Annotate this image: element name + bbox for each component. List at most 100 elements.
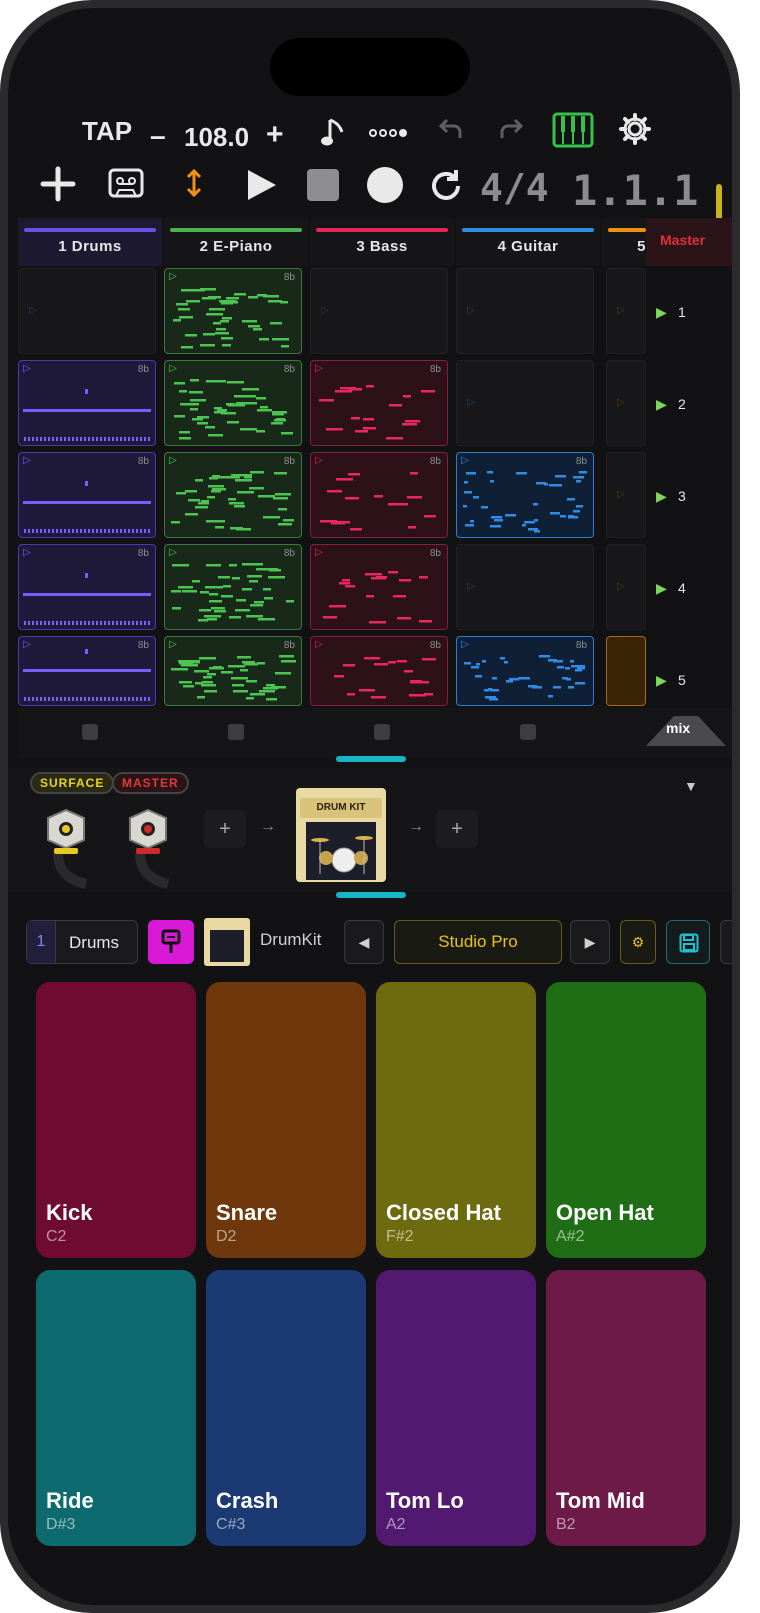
add-device-before-button[interactable]: + [204, 810, 246, 848]
clip-record-slot-icon[interactable]: ▷ [617, 305, 625, 316]
clip-record-slot-icon[interactable]: ▷ [617, 581, 625, 592]
keyboard-icon[interactable] [552, 112, 594, 148]
midi-plug-icon[interactable] [148, 920, 194, 964]
clip-slot-empty[interactable]: ▷ [606, 544, 646, 630]
clip-slot-empty[interactable]: ▷ [310, 268, 448, 354]
play-icon[interactable] [244, 168, 278, 202]
drum-pad-ride[interactable]: Ride D#3 [36, 1270, 196, 1546]
tempo-value[interactable]: 108.0 [184, 122, 249, 153]
panel-resize-handle[interactable] [336, 756, 406, 762]
count-in-icon[interactable] [368, 124, 408, 142]
scene-launch-5[interactable]: ▶ 5 [646, 634, 732, 708]
preset-selector[interactable]: Studio Pro [394, 920, 562, 964]
master-chip[interactable]: MASTER [112, 772, 189, 794]
drum-pad-crash[interactable]: Crash C#3 [206, 1270, 366, 1546]
scene-launch-1[interactable]: ▶ 1 [646, 266, 732, 356]
previous-preset-button[interactable]: ◀ [344, 920, 384, 964]
time-signature[interactable]: 4/4 [480, 166, 549, 210]
clip-play-icon[interactable]: ▷ [315, 455, 323, 466]
clip-record-slot-icon[interactable]: ▷ [467, 305, 475, 316]
clip-record-slot-icon[interactable]: ▷ [467, 581, 475, 592]
clip-slot-filled[interactable]: 8b ▷ [164, 544, 302, 630]
clip-slot-empty[interactable]: ▷ [456, 360, 594, 446]
clip-record-slot-icon[interactable]: ▷ [321, 305, 329, 316]
loop-icon[interactable] [428, 168, 464, 204]
tempo-increase-button[interactable]: + [266, 118, 284, 152]
track-header-e-piano[interactable]: 2 E-Piano [164, 218, 308, 266]
undo-icon[interactable] [436, 116, 466, 146]
clip-slot-filled[interactable]: 8b ▷ [456, 636, 594, 706]
stop-clip-drums[interactable] [18, 708, 165, 758]
track-header-drums[interactable]: 1 Drums [18, 218, 162, 266]
clip-play-icon[interactable]: ▷ [169, 455, 177, 466]
surface-knob-icon[interactable] [44, 808, 88, 889]
settings-gear-icon[interactable] [618, 112, 652, 146]
scene-launch-2[interactable]: ▶ 2 [646, 358, 732, 448]
clip-slot-filled[interactable]: 8b ▷ [456, 452, 594, 538]
drum-pad-tom-lo[interactable]: Tom Lo A2 [376, 1270, 536, 1546]
clip-play-icon[interactable]: ▷ [169, 639, 177, 650]
clip-play-icon[interactable]: ▷ [461, 639, 469, 650]
drum-pad-open-hat[interactable]: Open Hat A#2 [546, 982, 706, 1258]
clip-slot-filled[interactable]: 8b ▷ [18, 544, 156, 630]
drum-pad-snare[interactable]: Snare D2 [206, 982, 366, 1258]
clip-play-icon[interactable]: ▷ [461, 455, 469, 466]
clip-slot-filled[interactable]: 8b ▷ [18, 636, 156, 706]
clip-slot-filled[interactable]: 8b ▷ [310, 636, 448, 706]
drum-pad-kick[interactable]: Kick C2 [36, 982, 196, 1258]
scene-launch-3[interactable]: ▶ 3 [646, 450, 732, 540]
clip-slot-empty[interactable]: ▷ [18, 268, 156, 354]
drum-pad-tom-mid[interactable]: Tom Mid B2 [546, 1270, 706, 1546]
clip-slot-filled[interactable] [606, 636, 646, 706]
drum-kit-device[interactable]: DRUM KIT [296, 788, 386, 882]
clip-slot-filled[interactable]: 8b ▷ [18, 360, 156, 446]
track-header-guitar[interactable]: 4 Guitar [456, 218, 600, 266]
clip-record-slot-icon[interactable]: ▷ [617, 489, 625, 500]
clip-record-slot-icon[interactable]: ▷ [467, 397, 475, 408]
add-device-after-button[interactable]: + [436, 810, 478, 848]
master-header[interactable]: Master [646, 218, 732, 266]
stop-clip-e-piano[interactable] [164, 708, 311, 758]
clip-play-icon[interactable]: ▷ [169, 363, 177, 374]
clip-play-icon[interactable]: ▷ [23, 363, 31, 374]
clip-play-icon[interactable]: ▷ [23, 639, 31, 650]
clip-record-slot-icon[interactable]: ▷ [29, 305, 37, 316]
clip-slot-filled[interactable]: 8b ▷ [18, 452, 156, 538]
clip-slot-empty[interactable]: ▷ [606, 268, 646, 354]
instrument-thumbnail[interactable] [204, 918, 250, 966]
track-header-bass[interactable]: 3 Bass [310, 218, 454, 266]
clip-slot-filled[interactable]: 8b ▷ [164, 360, 302, 446]
cassette-icon[interactable] [108, 168, 144, 198]
clip-slot-empty[interactable]: ▷ [606, 452, 646, 538]
clip-slot-filled[interactable]: 8b ▷ [310, 544, 448, 630]
collapse-chain-icon[interactable]: ▼ [684, 778, 698, 794]
panel-resize-handle[interactable] [336, 892, 406, 898]
clip-record-slot-icon[interactable]: ▷ [617, 397, 625, 408]
clip-slot-filled[interactable]: 8b ▷ [310, 452, 448, 538]
master-knob-icon[interactable] [126, 808, 170, 889]
stop-icon[interactable] [306, 168, 340, 202]
clip-slot-filled[interactable]: 8b ▷ [164, 636, 302, 706]
more-options-button[interactable] [720, 920, 732, 964]
surface-chip[interactable]: SURFACE [30, 772, 115, 794]
stop-clip-guitar[interactable] [456, 708, 603, 758]
stop-clip-bass[interactable] [310, 708, 457, 758]
save-preset-icon[interactable] [666, 920, 710, 964]
clip-play-icon[interactable]: ▷ [23, 455, 31, 466]
clip-play-icon[interactable]: ▷ [315, 363, 323, 374]
scene-launch-4[interactable]: ▶ 4 [646, 542, 732, 632]
clip-slot-empty[interactable]: ▷ [456, 268, 594, 354]
add-track-icon[interactable] [40, 166, 76, 202]
drum-pad-closed-hat[interactable]: Closed Hat F#2 [376, 982, 536, 1258]
tempo-decrease-button[interactable]: – [150, 120, 166, 152]
clip-play-icon[interactable]: ▷ [169, 547, 177, 558]
next-preset-button[interactable]: ▶ [570, 920, 610, 964]
tap-tempo-button[interactable]: TAP [82, 116, 132, 147]
preset-settings-gear-icon[interactable]: ⚙ [620, 920, 656, 964]
expand-vertical-icon[interactable] [186, 168, 202, 198]
track-selector[interactable]: 1 Drums [26, 920, 138, 964]
clip-play-icon[interactable]: ▷ [169, 271, 177, 282]
clip-slot-empty[interactable]: ▷ [606, 360, 646, 446]
clip-slot-filled[interactable]: 8b ▷ [164, 268, 302, 354]
mix-button[interactable]: mix [666, 720, 690, 736]
